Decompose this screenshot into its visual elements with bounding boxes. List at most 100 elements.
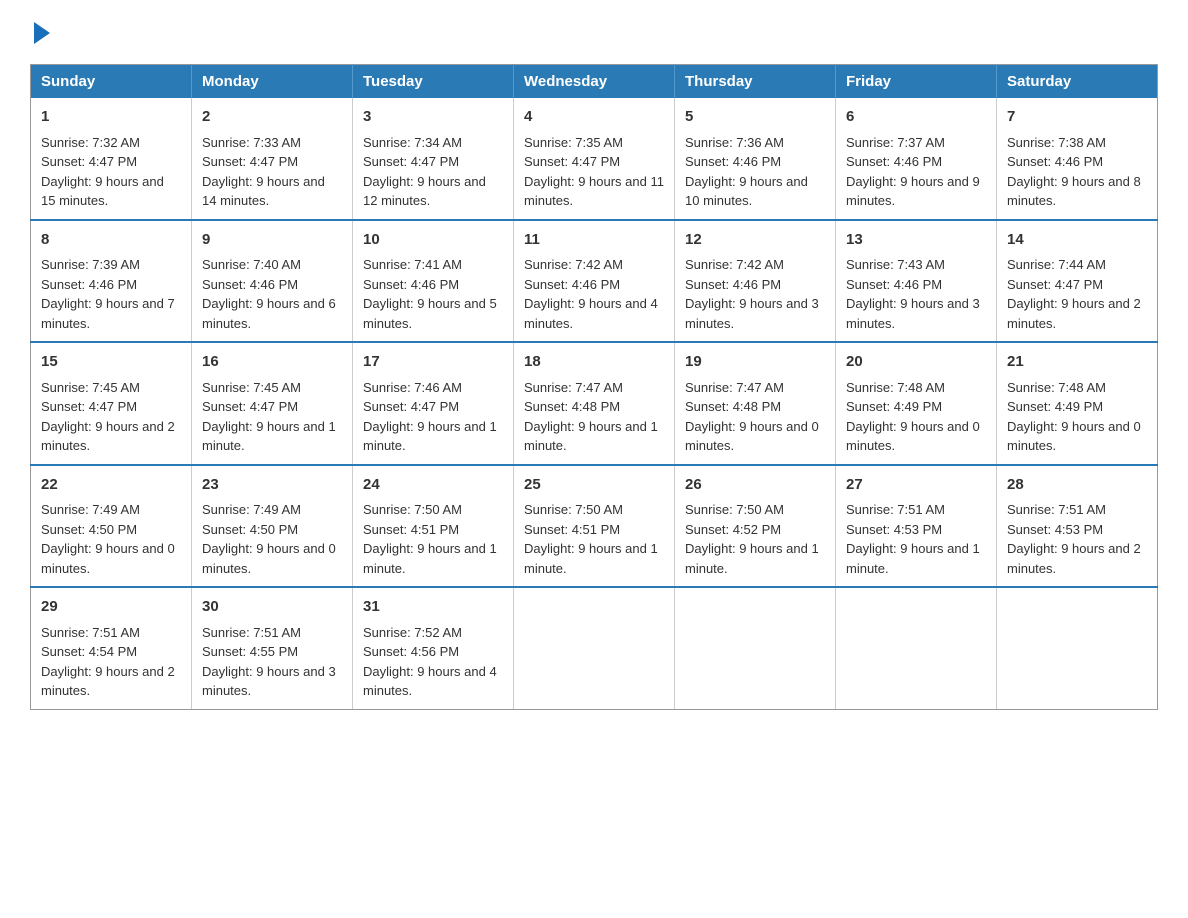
- day-sunrise: Sunrise: 7:39 AM: [41, 257, 140, 272]
- day-daylight: Daylight: 9 hours and 4 minutes.: [363, 664, 497, 699]
- day-daylight: Daylight: 9 hours and 2 minutes.: [41, 419, 175, 454]
- day-sunset: Sunset: 4:47 PM: [1007, 277, 1103, 292]
- week-row-2: 8 Sunrise: 7:39 AM Sunset: 4:46 PM Daylight…: [31, 220, 1158, 343]
- day-daylight: Daylight: 9 hours and 0 minutes.: [41, 541, 175, 576]
- header-row: SundayMondayTuesdayWednesdayThursdayFrid…: [31, 65, 1158, 99]
- day-sunrise: Sunrise: 7:45 AM: [202, 380, 301, 395]
- day-daylight: Daylight: 9 hours and 0 minutes.: [685, 419, 819, 454]
- day-cell: 10Sunrise: 7:41 AMSunset: 4:46 PMDayligh…: [353, 220, 514, 343]
- day-daylight: Daylight: 9 hours and 4 minutes.: [524, 296, 658, 331]
- day-sunset: Sunset: 4:46 PM: [363, 277, 459, 292]
- day-cell: [675, 587, 836, 709]
- day-number: 18: [524, 351, 664, 374]
- day-daylight: Daylight: 9 hours and 0 minutes.: [846, 419, 980, 454]
- day-cell: [514, 587, 675, 709]
- day-number: 13: [846, 229, 986, 252]
- day-sunrise: Sunrise: 7:51 AM: [41, 625, 140, 640]
- day-number: 7: [1007, 106, 1147, 129]
- day-number: 31: [363, 596, 503, 619]
- day-number: 11: [524, 229, 664, 252]
- day-daylight: Daylight: 9 hours and 1 minute.: [202, 419, 336, 454]
- day-cell: 3Sunrise: 7:34 AMSunset: 4:47 PMDaylight…: [353, 98, 514, 220]
- day-number: 14: [1007, 229, 1147, 252]
- day-sunset: Sunset: 4:50 PM: [202, 522, 298, 537]
- column-header-thursday: Thursday: [675, 65, 836, 99]
- day-sunset: Sunset: 4:51 PM: [524, 522, 620, 537]
- day-cell: 9Sunrise: 7:40 AMSunset: 4:46 PMDaylight…: [192, 220, 353, 343]
- day-sunset: Sunset: 4:47 PM: [41, 399, 137, 414]
- day-cell: 14Sunrise: 7:44 AMSunset: 4:47 PMDayligh…: [997, 220, 1158, 343]
- day-cell: 5Sunrise: 7:36 AMSunset: 4:46 PMDaylight…: [675, 98, 836, 220]
- page-header: [30, 20, 1158, 44]
- day-daylight: Daylight: 9 hours and 0 minutes.: [1007, 419, 1141, 454]
- day-cell: 24Sunrise: 7:50 AMSunset: 4:51 PMDayligh…: [353, 465, 514, 588]
- column-header-monday: Monday: [192, 65, 353, 99]
- day-daylight: Daylight: 9 hours and 3 minutes.: [846, 296, 980, 331]
- day-sunset: Sunset: 4:48 PM: [524, 399, 620, 414]
- day-daylight: Daylight: 9 hours and 11 minutes.: [524, 174, 664, 209]
- day-sunset: Sunset: 4:46 PM: [846, 277, 942, 292]
- day-daylight: Daylight: 9 hours and 5 minutes.: [363, 296, 497, 331]
- day-cell: 7 Sunrise: 7:38 AM Sunset: 4:46 PM Daylight…: [997, 98, 1158, 220]
- day-cell: 21Sunrise: 7:48 AMSunset: 4:49 PMDayligh…: [997, 342, 1158, 465]
- day-sunrise: Sunrise: 7:37 AM: [846, 135, 945, 150]
- day-number: 27: [846, 474, 986, 497]
- day-sunset: Sunset: 4:47 PM: [363, 399, 459, 414]
- day-cell: 13 Sunrise: 7:43 AM Sunset: 4:46 PM Dayligh…: [836, 220, 997, 343]
- day-number: 3: [363, 106, 503, 129]
- day-sunrise: Sunrise: 7:51 AM: [846, 502, 945, 517]
- day-sunrise: Sunrise: 7:45 AM: [41, 380, 140, 395]
- day-cell: 28Sunrise: 7:51 AMSunset: 4:53 PMDayligh…: [997, 465, 1158, 588]
- day-number: 29: [41, 596, 181, 619]
- day-cell: 25Sunrise: 7:50 AMSunset: 4:51 PMDayligh…: [514, 465, 675, 588]
- day-cell: 18Sunrise: 7:47 AMSunset: 4:48 PMDayligh…: [514, 342, 675, 465]
- day-sunset: Sunset: 4:55 PM: [202, 644, 298, 659]
- day-number: 30: [202, 596, 342, 619]
- day-sunrise: Sunrise: 7:50 AM: [524, 502, 623, 517]
- column-header-saturday: Saturday: [997, 65, 1158, 99]
- week-row-3: 15Sunrise: 7:45 AMSunset: 4:47 PMDayligh…: [31, 342, 1158, 465]
- day-sunrise: Sunrise: 7:36 AM: [685, 135, 784, 150]
- day-cell: 19Sunrise: 7:47 AMSunset: 4:48 PMDayligh…: [675, 342, 836, 465]
- day-cell: 1Sunrise: 7:32 AMSunset: 4:47 PMDaylight…: [31, 98, 192, 220]
- day-sunset: Sunset: 4:47 PM: [41, 154, 137, 169]
- day-sunset: Sunset: 4:46 PM: [685, 154, 781, 169]
- day-sunset: Sunset: 4:56 PM: [363, 644, 459, 659]
- day-sunrise: Sunrise: 7:38 AM: [1007, 135, 1106, 150]
- day-sunset: Sunset: 4:46 PM: [41, 277, 137, 292]
- day-number: 4: [524, 106, 664, 129]
- day-cell: 23Sunrise: 7:49 AMSunset: 4:50 PMDayligh…: [192, 465, 353, 588]
- day-number: 5: [685, 106, 825, 129]
- day-daylight: Daylight: 9 hours and 1 minute.: [846, 541, 980, 576]
- day-sunrise: Sunrise: 7:43 AM: [846, 257, 945, 272]
- column-header-wednesday: Wednesday: [514, 65, 675, 99]
- day-sunset: Sunset: 4:47 PM: [363, 154, 459, 169]
- day-number: 8: [41, 229, 181, 252]
- day-cell: 15Sunrise: 7:45 AMSunset: 4:47 PMDayligh…: [31, 342, 192, 465]
- day-cell: 8 Sunrise: 7:39 AM Sunset: 4:46 PM Daylight…: [31, 220, 192, 343]
- day-number: 17: [363, 351, 503, 374]
- day-daylight: Daylight: 9 hours and 8 minutes.: [1007, 174, 1141, 209]
- day-cell: 29Sunrise: 7:51 AMSunset: 4:54 PMDayligh…: [31, 587, 192, 709]
- day-sunset: Sunset: 4:53 PM: [846, 522, 942, 537]
- day-cell: 16Sunrise: 7:45 AMSunset: 4:47 PMDayligh…: [192, 342, 353, 465]
- day-sunrise: Sunrise: 7:50 AM: [363, 502, 462, 517]
- day-daylight: Daylight: 9 hours and 9 minutes.: [846, 174, 980, 209]
- day-number: 2: [202, 106, 342, 129]
- day-daylight: Daylight: 9 hours and 1 minute.: [524, 419, 658, 454]
- day-sunset: Sunset: 4:46 PM: [1007, 154, 1103, 169]
- day-cell: 6Sunrise: 7:37 AMSunset: 4:46 PMDaylight…: [836, 98, 997, 220]
- day-number: 12: [685, 229, 825, 252]
- day-cell: 4Sunrise: 7:35 AMSunset: 4:47 PMDaylight…: [514, 98, 675, 220]
- day-daylight: Daylight: 9 hours and 1 minute.: [685, 541, 819, 576]
- day-sunrise: Sunrise: 7:33 AM: [202, 135, 301, 150]
- day-cell: 12Sunrise: 7:42 AMSunset: 4:46 PMDayligh…: [675, 220, 836, 343]
- day-number: 6: [846, 106, 986, 129]
- day-sunrise: Sunrise: 7:41 AM: [363, 257, 462, 272]
- day-daylight: Daylight: 9 hours and 7 minutes.: [41, 296, 175, 331]
- day-number: 21: [1007, 351, 1147, 374]
- day-sunrise: Sunrise: 7:44 AM: [1007, 257, 1106, 272]
- day-daylight: Daylight: 9 hours and 3 minutes.: [685, 296, 819, 331]
- day-sunset: Sunset: 4:50 PM: [41, 522, 137, 537]
- day-sunrise: Sunrise: 7:48 AM: [846, 380, 945, 395]
